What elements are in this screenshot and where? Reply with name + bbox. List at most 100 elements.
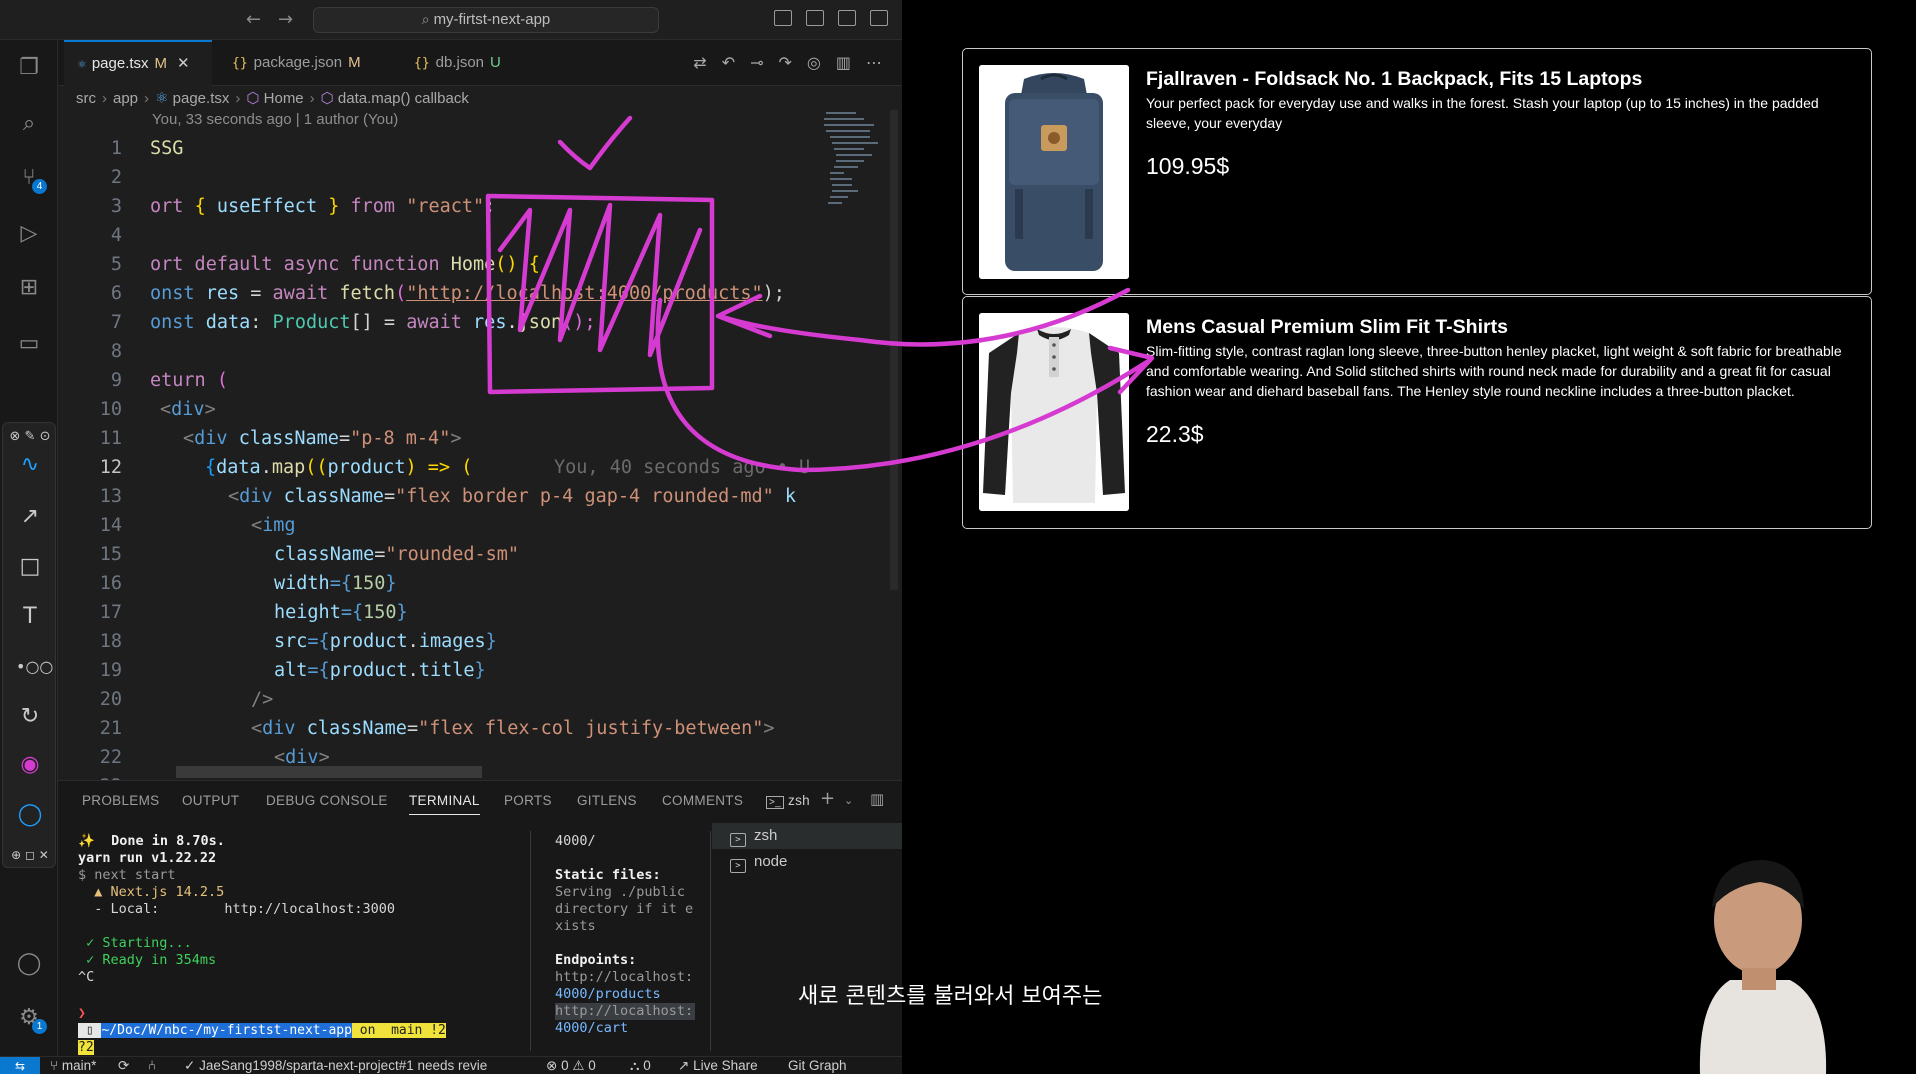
terminal-output[interactable]: ✨ Done in 8.70s. yarn run v1.22.22 $ next …: [78, 833, 508, 986]
json-file-icon: {}: [414, 56, 430, 71]
tab-comments[interactable]: COMMENTS: [662, 793, 743, 808]
horizontal-scrollbar[interactable]: [176, 766, 482, 778]
terminal-output-split[interactable]: 4000/ Static files: Serving ./public direc…: [555, 833, 695, 1037]
undo-redo-icon[interactable]: ↻: [16, 703, 44, 731]
terminal-item-zsh[interactable]: > zsh: [712, 823, 902, 849]
activity-bar: ❐ ⌕ ⑂ 4 ▷ ⊞ ▭ ⊗ ✎ ⊙ ∿ ↗ □ T •○○ ↻ ◉ ◯ ⊕ ◻…: [0, 40, 58, 1056]
accounts-icon[interactable]: ◯: [15, 950, 43, 978]
vertical-scrollbar[interactable]: [890, 110, 898, 590]
toggle-secondary-sidebar-icon[interactable]: [838, 10, 856, 26]
go-back-icon[interactable]: ↶: [722, 53, 735, 72]
branch-icon: ⑂: [50, 1058, 62, 1073]
ports-icon: ⛬: [630, 1058, 644, 1073]
drawing-toolbar: ⊗ ✎ ⊙ ∿ ↗ □ T •○○ ↻ ◉ ◯ ⊕ ◻ ✕: [2, 422, 56, 868]
source-control-icon[interactable]: ⑂ 4: [15, 164, 47, 194]
editor-tabs: ⚛ page.tsx M ✕ {} package.json M {} db.json U ⇄…: [58, 40, 902, 86]
timer-icon[interactable]: ◯: [16, 801, 44, 829]
new-terminal-icon[interactable]: +: [820, 788, 835, 809]
terminal-shell-label[interactable]: >_ zsh: [766, 793, 810, 809]
product-price: 22.3$: [1146, 421, 1204, 447]
code-line: 11 <div className="p-8 m-4">: [99, 428, 462, 449]
more-actions-icon[interactable]: ⋯: [866, 53, 882, 72]
code-line: 21 <div className="flex flex-col justify-…: [99, 718, 775, 739]
chevron-right-icon: ›: [235, 90, 241, 107]
git-graph-button[interactable]: Git Graph: [788, 1057, 847, 1074]
live-share-button[interactable]: ↗ Live Share: [678, 1057, 758, 1074]
breadcrumb-item[interactable]: src: [76, 90, 96, 107]
code-line-current: 12 {data.map((product) => (You, 40 second…: [58, 453, 818, 482]
pen-tool-icon[interactable]: ∿: [16, 451, 44, 479]
breadcrumb-item[interactable]: page.tsx: [173, 90, 230, 107]
tab-ports[interactable]: PORTS: [504, 793, 552, 808]
git-graph-icon[interactable]: ⑃: [148, 1057, 156, 1074]
code-line: 10 <div>: [99, 399, 216, 420]
remote-indicator-icon[interactable]: ⇆: [0, 1057, 40, 1074]
ports-status[interactable]: ⛬ 0: [630, 1057, 651, 1074]
code-line: 17 height={150}: [99, 602, 408, 623]
tab-gitlens[interactable]: GITLENS: [577, 793, 637, 808]
code-line: 15 className="rounded-sm": [99, 544, 520, 565]
git-commit-icon[interactable]: ⊸: [750, 53, 763, 72]
compare-changes-icon[interactable]: ⇄: [693, 53, 706, 72]
code-editor[interactable]: 1 SSG 2 3 ort { useEffect } from "react"; …: [58, 134, 818, 780]
source-control-badge: 4: [32, 179, 47, 194]
terminal-item-node[interactable]: > node: [712, 849, 902, 875]
split-editor-icon[interactable]: ▥: [836, 53, 851, 72]
title-bar: ← → ⌕ my-firtst-next-app: [0, 0, 902, 40]
breadcrumb-item[interactable]: app: [113, 90, 138, 107]
color-picker-icon[interactable]: ◉: [16, 751, 44, 779]
code-line: 4: [110, 225, 122, 246]
extensions-icon[interactable]: ⊞: [15, 274, 43, 302]
chevron-down-icon[interactable]: ⌄: [844, 794, 854, 807]
tab-page-tsx[interactable]: ⚛ page.tsx M ✕: [64, 40, 212, 86]
text-tool-icon[interactable]: T: [16, 603, 44, 631]
tab-debug-console[interactable]: DEBUG CONSOLE: [266, 793, 388, 808]
breadcrumb-item[interactable]: Home: [264, 90, 304, 107]
customize-layout-icon[interactable]: [870, 10, 888, 26]
command-center[interactable]: ⌕ my-firtst-next-app: [313, 7, 659, 33]
tab-db-json[interactable]: {} db.json U: [400, 40, 530, 86]
pull-request-status[interactable]: ✓ JaeSang1998/sparta-next-project#1 need…: [184, 1057, 487, 1074]
go-forward-icon[interactable]: ↷: [779, 53, 792, 72]
run-debug-icon[interactable]: ▷: [15, 220, 43, 248]
code-line: 6 onst res = await fetch("http://localhos…: [110, 283, 785, 304]
git-branch[interactable]: ⑂ main*: [50, 1057, 96, 1074]
manage-gear-icon[interactable]: ⚙ 1: [15, 1004, 47, 1034]
code-line: 20/>: [99, 689, 274, 710]
breadcrumb-item[interactable]: data.map() callback: [338, 90, 469, 107]
codelens-blame[interactable]: You, 33 seconds ago | 1 author (You): [152, 111, 398, 128]
toggle-panel-icon[interactable]: [806, 10, 824, 26]
connector-tool-icon[interactable]: •○○: [16, 653, 53, 681]
symbol-method-icon: ⬡: [246, 90, 264, 107]
explorer-icon[interactable]: ❐: [15, 54, 43, 82]
minimap[interactable]: [818, 110, 896, 230]
gitlens-icon[interactable]: ◎: [807, 53, 821, 72]
remote-explorer-icon[interactable]: ▭: [15, 330, 43, 358]
product-price: 109.95$: [1146, 153, 1230, 179]
split-terminal-icon[interactable]: ▥: [870, 790, 884, 808]
code-line: 8: [110, 341, 122, 362]
panel-tabs: PROBLEMS OUTPUT DEBUG CONSOLE TERMINAL P…: [58, 781, 902, 821]
tab-terminal[interactable]: TERMINAL: [409, 793, 480, 815]
problems-status[interactable]: ⊗ 0 ⚠ 0: [546, 1057, 596, 1074]
tab-problems[interactable]: PROBLEMS: [82, 793, 159, 808]
back-arrow-icon[interactable]: ←: [246, 9, 261, 30]
toolbar-controls-icon[interactable]: ⊗ ✎ ⊙: [6, 423, 54, 451]
product-description: Your perfect pack for everyday use and w…: [1146, 95, 1819, 131]
status-bar: ⇆ ⑂ main* ⟳ ⑃ ✓ JaeSang1998/sparta-next-…: [0, 1056, 902, 1074]
rectangle-tool-icon[interactable]: □: [16, 553, 44, 581]
code-line: 14 <img: [99, 515, 296, 536]
close-tab-icon[interactable]: ✕: [177, 54, 190, 72]
forward-arrow-icon[interactable]: →: [278, 9, 293, 30]
search-icon[interactable]: ⌕: [15, 110, 43, 138]
tsx-file-icon: ⚛: [155, 90, 173, 107]
arrow-tool-icon[interactable]: ↗: [16, 503, 44, 531]
code-line: 5 ort default async function Home() {: [110, 254, 540, 275]
toolbar-bottom-controls-icon[interactable]: ⊕ ◻ ✕: [6, 841, 54, 869]
json-file-icon: {}: [232, 56, 248, 71]
tab-package-json[interactable]: {} package.json M: [218, 40, 388, 86]
tab-output[interactable]: OUTPUT: [182, 793, 239, 808]
toggle-sidebar-icon[interactable]: [774, 10, 792, 26]
chevron-right-icon: ›: [309, 90, 315, 107]
sync-icon[interactable]: ⟳: [118, 1057, 129, 1074]
